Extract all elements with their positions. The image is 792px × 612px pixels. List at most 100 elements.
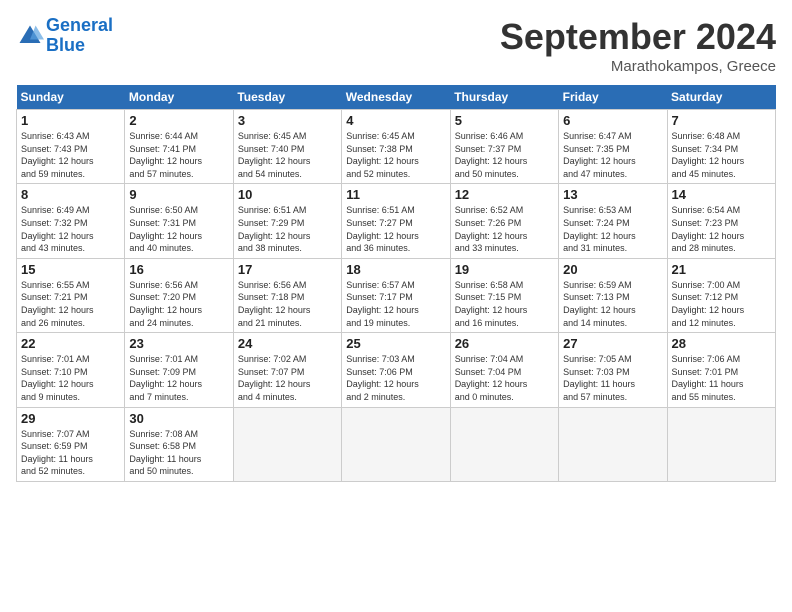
calendar-day-empty — [233, 407, 341, 481]
day-number: 24 — [238, 336, 337, 351]
calendar-day-empty — [450, 407, 558, 481]
day-number: 14 — [672, 187, 771, 202]
logo-text: General Blue — [46, 16, 113, 56]
day-info: Sunrise: 7:05 AMSunset: 7:03 PMDaylight:… — [563, 354, 635, 402]
day-info: Sunrise: 6:50 AMSunset: 7:31 PMDaylight:… — [129, 205, 202, 253]
calendar-day-29: 29Sunrise: 7:07 AMSunset: 6:59 PMDayligh… — [17, 407, 125, 481]
day-info: Sunrise: 6:55 AMSunset: 7:21 PMDaylight:… — [21, 280, 94, 328]
calendar-day-13: 13 Sunrise: 6:53 AMSunset: 7:24 PMDayligh… — [559, 184, 667, 258]
day-number: 9 — [129, 187, 228, 202]
day-info: Sunrise: 6:49 AMSunset: 7:32 PMDaylight:… — [21, 205, 94, 253]
calendar-day-6: 6Sunrise: 6:47 AMSunset: 7:35 PMDaylight… — [559, 110, 667, 184]
calendar-week-4: 22Sunrise: 7:01 AMSunset: 7:10 PMDayligh… — [17, 333, 776, 407]
logo: General Blue — [16, 16, 113, 56]
day-info: Sunrise: 6:57 AMSunset: 7:17 PMDaylight:… — [346, 280, 419, 328]
day-info: Sunrise: 6:58 AMSunset: 7:15 PMDaylight:… — [455, 280, 528, 328]
day-info: Sunrise: 6:59 AMSunset: 7:13 PMDaylight:… — [563, 280, 636, 328]
calendar-day-26: 26Sunrise: 7:04 AMSunset: 7:04 PMDayligh… — [450, 333, 558, 407]
day-number: 21 — [672, 262, 771, 277]
day-number: 3 — [238, 113, 337, 128]
calendar-day-27: 27 Sunrise: 7:05 AMSunset: 7:03 PMDayligh… — [559, 333, 667, 407]
day-number: 19 — [455, 262, 554, 277]
day-number: 30 — [129, 411, 228, 426]
day-number: 12 — [455, 187, 554, 202]
weekday-header-tuesday: Tuesday — [233, 85, 341, 110]
calendar-week-3: 15 Sunrise: 6:55 AMSunset: 7:21 PMDayligh… — [17, 258, 776, 332]
calendar-day-4: 4 Sunrise: 6:45 AMSunset: 7:38 PMDaylight… — [342, 110, 450, 184]
calendar-day-7: 7 Sunrise: 6:48 AMSunset: 7:34 PMDaylight… — [667, 110, 775, 184]
day-info: Sunrise: 7:01 AMSunset: 7:09 PMDaylight:… — [129, 354, 202, 402]
weekday-header-wednesday: Wednesday — [342, 85, 450, 110]
day-number: 4 — [346, 113, 445, 128]
day-number: 18 — [346, 262, 445, 277]
calendar-week-5: 29Sunrise: 7:07 AMSunset: 6:59 PMDayligh… — [17, 407, 776, 481]
calendar-day-15: 15 Sunrise: 6:55 AMSunset: 7:21 PMDayligh… — [17, 258, 125, 332]
calendar-day-empty — [667, 407, 775, 481]
calendar-day-23: 23 Sunrise: 7:01 AMSunset: 7:09 PMDayligh… — [125, 333, 233, 407]
calendar-day-30: 30 Sunrise: 7:08 AMSunset: 6:58 PMDayligh… — [125, 407, 233, 481]
calendar-day-1: 1 Sunrise: 6:43 AMSunset: 7:43 PMDaylight… — [17, 110, 125, 184]
weekday-header-saturday: Saturday — [667, 85, 775, 110]
day-info: Sunrise: 7:02 AMSunset: 7:07 PMDaylight:… — [238, 354, 311, 402]
calendar-week-1: 1 Sunrise: 6:43 AMSunset: 7:43 PMDaylight… — [17, 110, 776, 184]
calendar-day-10: 10Sunrise: 6:51 AMSunset: 7:29 PMDayligh… — [233, 184, 341, 258]
day-info: Sunrise: 6:48 AMSunset: 7:34 PMDaylight:… — [672, 131, 745, 179]
day-number: 13 — [563, 187, 662, 202]
page-header: General Blue September 2024 Marathokampo… — [16, 16, 776, 75]
day-number: 1 — [21, 113, 120, 128]
day-number: 27 — [563, 336, 662, 351]
calendar-table: SundayMondayTuesdayWednesdayThursdayFrid… — [16, 85, 776, 482]
weekday-header-thursday: Thursday — [450, 85, 558, 110]
day-info: Sunrise: 6:43 AMSunset: 7:43 PMDaylight:… — [21, 131, 94, 179]
day-info: Sunrise: 6:45 AMSunset: 7:40 PMDaylight:… — [238, 131, 311, 179]
calendar-day-11: 11Sunrise: 6:51 AMSunset: 7:27 PMDayligh… — [342, 184, 450, 258]
calendar-day-empty — [342, 407, 450, 481]
day-info: Sunrise: 6:56 AMSunset: 7:18 PMDaylight:… — [238, 280, 311, 328]
calendar-day-22: 22Sunrise: 7:01 AMSunset: 7:10 PMDayligh… — [17, 333, 125, 407]
day-info: Sunrise: 7:03 AMSunset: 7:06 PMDaylight:… — [346, 354, 419, 402]
weekday-header-row: SundayMondayTuesdayWednesdayThursdayFrid… — [17, 85, 776, 110]
weekday-header-friday: Friday — [559, 85, 667, 110]
calendar-day-2: 2Sunrise: 6:44 AMSunset: 7:41 PMDaylight… — [125, 110, 233, 184]
calendar-day-20: 20 Sunrise: 6:59 AMSunset: 7:13 PMDayligh… — [559, 258, 667, 332]
day-info: Sunrise: 6:45 AMSunset: 7:38 PMDaylight:… — [346, 131, 419, 179]
day-number: 5 — [455, 113, 554, 128]
calendar-day-8: 8Sunrise: 6:49 AMSunset: 7:32 PMDaylight… — [17, 184, 125, 258]
calendar-day-12: 12 Sunrise: 6:52 AMSunset: 7:26 PMDayligh… — [450, 184, 558, 258]
day-number: 29 — [21, 411, 120, 426]
calendar-day-5: 5Sunrise: 6:46 AMSunset: 7:37 PMDaylight… — [450, 110, 558, 184]
day-info: Sunrise: 7:01 AMSunset: 7:10 PMDaylight:… — [21, 354, 94, 402]
logo-icon — [16, 22, 44, 50]
calendar-day-14: 14 Sunrise: 6:54 AMSunset: 7:23 PMDayligh… — [667, 184, 775, 258]
day-number: 6 — [563, 113, 662, 128]
day-number: 20 — [563, 262, 662, 277]
calendar-day-empty — [559, 407, 667, 481]
day-info: Sunrise: 6:53 AMSunset: 7:24 PMDaylight:… — [563, 205, 636, 253]
weekday-header-monday: Monday — [125, 85, 233, 110]
logo-line2: Blue — [46, 35, 85, 55]
day-number: 16 — [129, 262, 228, 277]
calendar-day-18: 18 Sunrise: 6:57 AMSunset: 7:17 PMDayligh… — [342, 258, 450, 332]
day-info: Sunrise: 6:52 AMSunset: 7:26 PMDaylight:… — [455, 205, 528, 253]
day-number: 7 — [672, 113, 771, 128]
day-number: 11 — [346, 187, 445, 202]
day-info: Sunrise: 6:51 AMSunset: 7:29 PMDaylight:… — [238, 205, 311, 253]
day-number: 23 — [129, 336, 228, 351]
day-info: Sunrise: 6:54 AMSunset: 7:23 PMDaylight:… — [672, 205, 745, 253]
logo-line1: General — [46, 15, 113, 35]
day-info: Sunrise: 7:06 AMSunset: 7:01 PMDaylight:… — [672, 354, 744, 402]
calendar-day-19: 19 Sunrise: 6:58 AMSunset: 7:15 PMDayligh… — [450, 258, 558, 332]
calendar-day-21: 21 Sunrise: 7:00 AMSunset: 7:12 PMDayligh… — [667, 258, 775, 332]
day-number: 15 — [21, 262, 120, 277]
calendar-week-2: 8Sunrise: 6:49 AMSunset: 7:32 PMDaylight… — [17, 184, 776, 258]
location-subtitle: Marathokampos, Greece — [500, 58, 776, 75]
day-info: Sunrise: 7:08 AMSunset: 6:58 PMDaylight:… — [129, 429, 201, 477]
day-number: 26 — [455, 336, 554, 351]
day-info: Sunrise: 6:44 AMSunset: 7:41 PMDaylight:… — [129, 131, 202, 179]
calendar-day-3: 3 Sunrise: 6:45 AMSunset: 7:40 PMDaylight… — [233, 110, 341, 184]
calendar-day-24: 24 Sunrise: 7:02 AMSunset: 7:07 PMDayligh… — [233, 333, 341, 407]
day-info: Sunrise: 6:56 AMSunset: 7:20 PMDaylight:… — [129, 280, 202, 328]
day-info: Sunrise: 7:00 AMSunset: 7:12 PMDaylight:… — [672, 280, 745, 328]
day-number: 17 — [238, 262, 337, 277]
day-number: 28 — [672, 336, 771, 351]
